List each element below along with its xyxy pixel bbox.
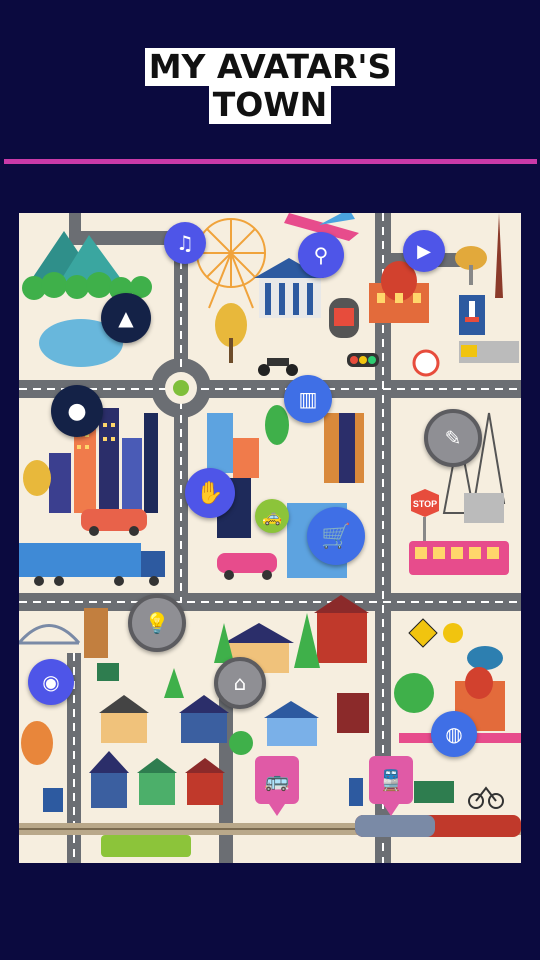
home-icon: ⌂ [233, 671, 247, 695]
mountain-image-icon: ▲ [118, 306, 134, 330]
music-marker[interactable]: ♫ [164, 222, 206, 264]
factory [464, 493, 504, 523]
highway-sign [43, 788, 63, 812]
cart-marker[interactable]: 🛒 [307, 507, 365, 565]
radio-tower [495, 213, 503, 298]
hand-icon: ✋ [196, 480, 224, 506]
eye-marker[interactable]: ◉ [28, 659, 74, 705]
globe-icon: ◍ [445, 722, 463, 746]
one-way-sign [97, 663, 119, 681]
sun [443, 623, 463, 643]
train-icon: 🚆 [378, 769, 404, 792]
taxi-marker[interactable]: 🚕 [255, 499, 289, 533]
globe-marker[interactable]: ◍ [431, 711, 477, 757]
music-note-icon: ♫ [176, 231, 194, 255]
eye-icon: ◉ [42, 670, 60, 694]
hand-marker[interactable]: ✋ [185, 468, 235, 518]
center-tree [265, 405, 289, 445]
town-map[interactable]: STOP ♫ ⚲ ▶ ▲ ● ▥ ✎ ✋ 🚕 🛒 💡 ◉ ⌂ ◍ 🚌 🚆 [19, 213, 521, 863]
pink-car [217, 553, 277, 573]
clock-tower [84, 608, 108, 658]
play-icon: ▶ [417, 240, 431, 262]
green-tram [101, 835, 191, 857]
lightbulb-marker[interactable]: 💡 [128, 594, 186, 652]
play-marker[interactable]: ▶ [403, 230, 445, 272]
title-line-1: MY AVATAR'S [144, 48, 396, 86]
stats-marker[interactable]: ▥ [284, 375, 332, 423]
pushpin-icon: ✎ [444, 426, 462, 450]
container-truck [19, 543, 165, 586]
bus-route-sign [414, 781, 454, 803]
bus-icon: 🚌 [264, 769, 290, 792]
bus-marker[interactable]: 🚌 [255, 756, 299, 816]
search-marker[interactable]: ⚲ [298, 232, 344, 278]
page-title: MY AVATAR'S TOWN [0, 48, 540, 124]
ferris-wheel [196, 218, 266, 309]
cloud [467, 646, 503, 670]
mountain-photo-marker[interactable]: ▲ [101, 293, 151, 343]
search-icon: ⚲ [313, 243, 329, 267]
stop-sign-label: STOP [413, 499, 437, 509]
truck-top [459, 341, 519, 363]
passenger-train [355, 815, 521, 837]
autumn-tree-left [23, 460, 51, 496]
autumn-tree-bottom [21, 721, 53, 765]
shopping-cart-icon: 🛒 [321, 522, 351, 550]
taxi-icon: 🚕 [262, 506, 282, 526]
home-marker[interactable]: ⌂ [214, 657, 266, 709]
bicycle [468, 786, 504, 809]
motorcycle [258, 358, 298, 376]
location-marker[interactable]: ● [51, 385, 103, 437]
lightbulb-icon: 💡 [144, 611, 170, 635]
satellite-dish [455, 246, 487, 285]
location-pin-icon: ● [67, 398, 87, 424]
turn-sign [408, 618, 438, 648]
title-line-2: TOWN [208, 86, 332, 124]
metro [329, 298, 359, 338]
bar-chart-icon: ▥ [298, 387, 318, 411]
bus-stop-sign [349, 778, 363, 806]
bridge [19, 624, 81, 645]
pushpin-marker[interactable]: ✎ [424, 409, 482, 467]
tram [409, 541, 509, 575]
no-pedestrian-sign [412, 349, 440, 377]
train-marker[interactable]: 🚆 [369, 756, 413, 816]
title-divider [4, 159, 537, 164]
